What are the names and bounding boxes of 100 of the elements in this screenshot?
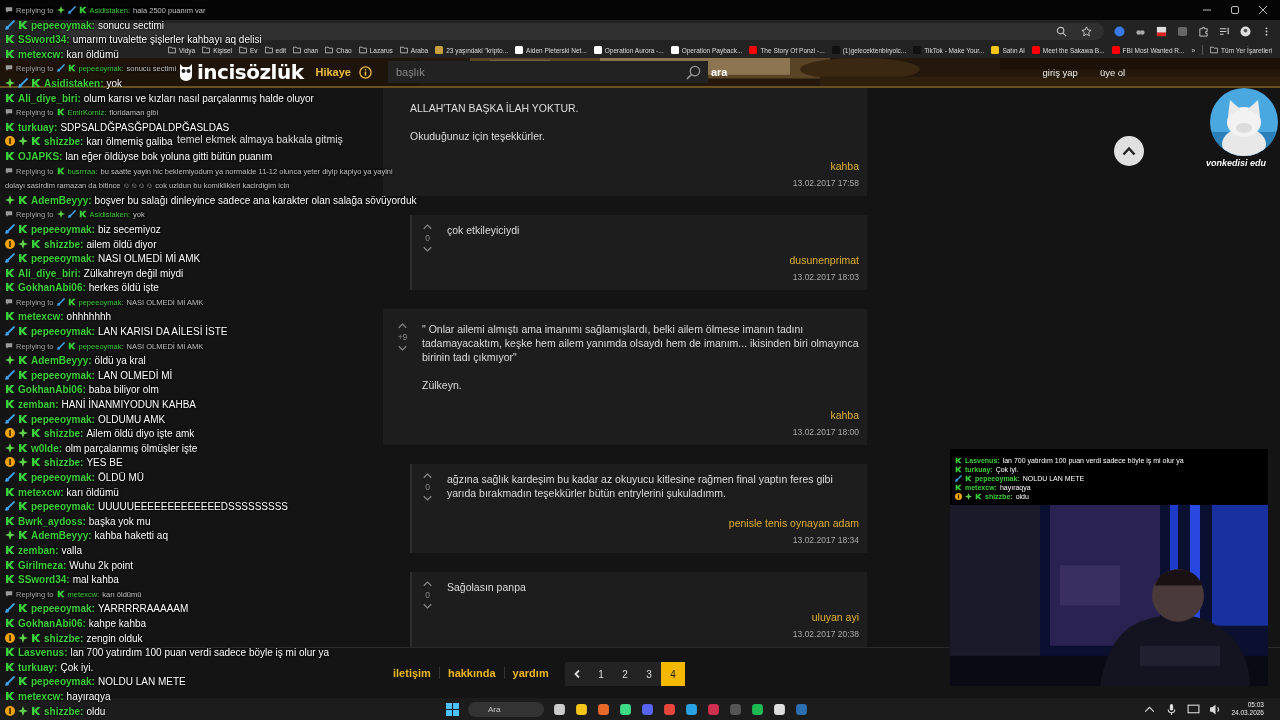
downvote-icon[interactable] xyxy=(398,345,407,352)
downvote-icon[interactable] xyxy=(423,603,432,610)
register-link[interactable]: üye ol xyxy=(1099,66,1126,78)
story-link[interactable]: Hikaye xyxy=(315,66,351,78)
chat-username[interactable]: pepeeoymak: xyxy=(31,501,95,513)
login-link[interactable]: giriş yap xyxy=(1042,66,1078,78)
chat-username[interactable]: shizzbe: xyxy=(44,705,84,717)
upvote-icon[interactable] xyxy=(423,580,432,587)
restore-icon[interactable] xyxy=(1230,5,1240,15)
search-field[interactable]: başlık xyxy=(387,61,708,83)
author-link[interactable]: penisle tenis oynayan adam xyxy=(728,516,859,530)
media-icon[interactable] xyxy=(1219,25,1230,37)
chat-message: ailem öldü diyor xyxy=(86,238,157,250)
chat-username[interactable]: turkuay: xyxy=(18,121,58,133)
chat-username[interactable]: pepeeoymak: xyxy=(31,676,95,688)
star-icon[interactable] xyxy=(1081,25,1092,37)
speech-bubble-icon xyxy=(5,210,13,219)
chat-username[interactable]: metexcw: xyxy=(18,48,64,60)
chat-username[interactable]: shizzbe: xyxy=(44,238,84,250)
chat-username[interactable]: GokhanAbi06: xyxy=(18,384,86,396)
author-link[interactable]: kahba xyxy=(830,159,859,173)
chat-username[interactable]: w0lde: xyxy=(31,442,63,454)
extension-icon[interactable] xyxy=(1156,25,1167,37)
chat-username[interactable]: Lasvenus: xyxy=(18,647,68,659)
chat-username[interactable]: pepeeoymak: xyxy=(31,413,95,425)
previous-page-button[interactable] xyxy=(565,662,589,686)
app-icon[interactable] xyxy=(773,702,786,716)
app-icon[interactable] xyxy=(751,702,764,716)
zoom-icon[interactable] xyxy=(1056,25,1067,37)
chat-username[interactable]: AdemBeyyy: xyxy=(31,355,92,367)
chat-username[interactable]: SSword34: xyxy=(18,574,70,586)
scroll-to-top-button[interactable] xyxy=(1114,136,1144,166)
profile-icon[interactable] xyxy=(1240,25,1251,37)
page-button[interactable]: 2 xyxy=(613,662,637,686)
chat-username[interactable]: pepeeoymak: xyxy=(31,472,95,483)
app-icon[interactable] xyxy=(685,702,698,716)
chat-username[interactable]: metexcw: xyxy=(18,311,64,323)
topic-link[interactable]: temel ekmek almaya bakkala gitmiş xyxy=(177,133,383,145)
chat-username[interactable]: turkuay: xyxy=(18,661,58,673)
chat-username[interactable]: pepeeoymak: xyxy=(31,326,95,338)
chat-username[interactable]: zemban: xyxy=(18,544,59,556)
k-badge-icon xyxy=(31,705,41,716)
folder-icon xyxy=(399,46,408,54)
chat-username[interactable]: Girilmeza: xyxy=(18,559,67,571)
monitor-icon[interactable] xyxy=(1187,702,1201,716)
chat-message: Çok iyi. xyxy=(60,661,94,673)
chat-username[interactable]: GokhanAbi06: xyxy=(18,617,86,629)
chat-username[interactable]: metexcw: xyxy=(18,486,64,498)
author-link[interactable]: dusunenprimat xyxy=(789,253,859,267)
downvote-icon[interactable] xyxy=(423,495,432,502)
chat-username[interactable]: metexcw: xyxy=(18,690,64,702)
chat-username[interactable]: SSword34: xyxy=(18,34,70,46)
k-badge-icon xyxy=(5,34,15,45)
app-icon[interactable] xyxy=(619,702,632,716)
app-icon[interactable] xyxy=(553,702,566,716)
app-icon[interactable] xyxy=(597,702,610,716)
taskbar-search-field[interactable]: Ara xyxy=(468,701,544,717)
k-badge-icon xyxy=(67,341,76,350)
coin-badge-icon xyxy=(5,428,15,439)
chat-username[interactable]: Bwrk_aydoss: xyxy=(18,515,86,527)
chat-message: Zülkahreyn değil miydi xyxy=(83,267,184,279)
chat-username[interactable]: pepeeoymak: xyxy=(31,223,95,235)
chat-username[interactable]: pepeeoymak: xyxy=(31,19,95,31)
chat-username[interactable]: shizzbe: xyxy=(44,457,84,469)
app-icon[interactable] xyxy=(575,702,588,716)
page-button[interactable]: 4 xyxy=(661,662,685,686)
footer-link[interactable]: hakkında xyxy=(438,667,504,679)
chat-username[interactable]: zemban: xyxy=(18,399,59,411)
chat-username[interactable]: pepeeoymak: xyxy=(31,253,95,265)
upvote-icon[interactable] xyxy=(423,472,432,479)
page-button[interactable]: 3 xyxy=(637,662,661,686)
upvote-icon[interactable] xyxy=(398,322,407,329)
k-badge-icon xyxy=(67,297,76,306)
footer-link[interactable]: yardım xyxy=(503,667,557,679)
chat-username[interactable]: shizzbe: xyxy=(44,428,84,440)
chat-username[interactable]: AdemBeyyy: xyxy=(31,194,92,206)
chat-username[interactable]: pepeeoymak: xyxy=(31,603,95,615)
chat-username[interactable]: Asidistaken: xyxy=(44,77,104,89)
downvote-icon[interactable] xyxy=(423,246,432,253)
chat-username[interactable]: Ali_diye_biri: xyxy=(18,267,81,279)
chat-username[interactable]: shizzbe: xyxy=(44,632,84,644)
chat-username[interactable]: AdemBeyyy: xyxy=(31,530,92,542)
search-button[interactable]: ara xyxy=(710,66,728,78)
chat-username[interactable]: Ali_diye_biri: xyxy=(18,92,81,104)
close-icon[interactable] xyxy=(1258,5,1268,15)
chat-username[interactable]: shizzbe: xyxy=(44,136,84,148)
chat-username[interactable]: pepeeoymak: xyxy=(31,369,95,381)
page-button[interactable]: 1 xyxy=(589,662,613,686)
puzzle-icon[interactable] xyxy=(1198,25,1209,37)
info-icon[interactable] xyxy=(358,65,372,79)
site-logo[interactable]: incisözlük xyxy=(197,60,304,84)
chat-username[interactable]: OJAPKS: xyxy=(18,150,63,162)
k-badge-icon xyxy=(18,326,28,337)
upvote-icon[interactable] xyxy=(423,223,432,230)
chat-username[interactable]: GokhanAbi06: xyxy=(18,282,86,294)
footer-link[interactable]: iletişim xyxy=(393,667,439,679)
author-link[interactable]: uluyan ayi xyxy=(811,610,859,624)
entry-date: 13.02.2017 18:03 xyxy=(792,271,859,284)
windows-start-icon[interactable] xyxy=(446,702,459,716)
author-link[interactable]: kahba xyxy=(830,408,859,422)
